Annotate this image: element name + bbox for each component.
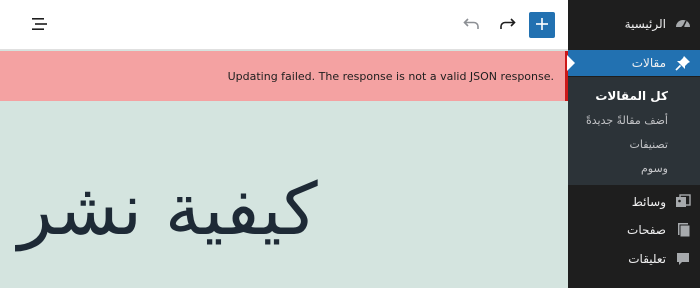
editor-toolbar: [0, 0, 568, 50]
pin-icon: [675, 55, 691, 71]
sidebar-item-label: تعليقات: [628, 252, 666, 266]
list-view-icon: [32, 16, 50, 35]
add-block-button[interactable]: [529, 12, 555, 38]
post-title[interactable]: كيفية نشر: [18, 173, 358, 245]
submenu-item-all-posts[interactable]: كل المقالات: [568, 84, 700, 108]
pages-icon: [675, 222, 691, 238]
plus-icon: [535, 16, 549, 35]
posts-submenu: كل المقالات أضف مقالةً جديدةً تصنيفات وس…: [568, 77, 700, 185]
undo-button[interactable]: [459, 12, 485, 38]
sidebar-item-posts[interactable]: مقالات: [568, 50, 700, 76]
submenu-item-categories[interactable]: تصنيفات: [568, 132, 700, 156]
editor-canvas[interactable]: كيفية نشر: [0, 101, 568, 288]
dashboard-icon: [675, 16, 691, 32]
undo-icon: [463, 16, 481, 35]
submenu-item-tags[interactable]: وسوم: [568, 156, 700, 180]
sidebar-item-comments[interactable]: تعليقات: [568, 246, 700, 272]
comments-icon: [675, 251, 691, 267]
error-notice: Updating failed. The response is not a v…: [0, 51, 568, 101]
sidebar-item-pages[interactable]: صفحات: [568, 217, 700, 243]
sidebar-item-label: وسائط: [631, 195, 666, 209]
sidebar-item-label: صفحات: [627, 223, 666, 237]
notice-message: Updating failed. The response is not a v…: [227, 69, 554, 83]
redo-icon: [498, 16, 516, 35]
sidebar-item-label: مقالات: [631, 56, 666, 70]
admin-sidebar: الرئيسية مقالات كل المقالات أضف مقالةً ج…: [568, 0, 700, 288]
sidebar-item-dashboard[interactable]: الرئيسية: [568, 11, 700, 37]
media-icon: [675, 194, 691, 210]
sidebar-item-media[interactable]: وسائط: [568, 189, 700, 215]
redo-button[interactable]: [494, 12, 520, 38]
sidebar-item-label: الرئيسية: [624, 17, 666, 31]
document-overview-button[interactable]: [28, 12, 54, 38]
submenu-item-add-new[interactable]: أضف مقالةً جديدةً: [568, 108, 700, 132]
